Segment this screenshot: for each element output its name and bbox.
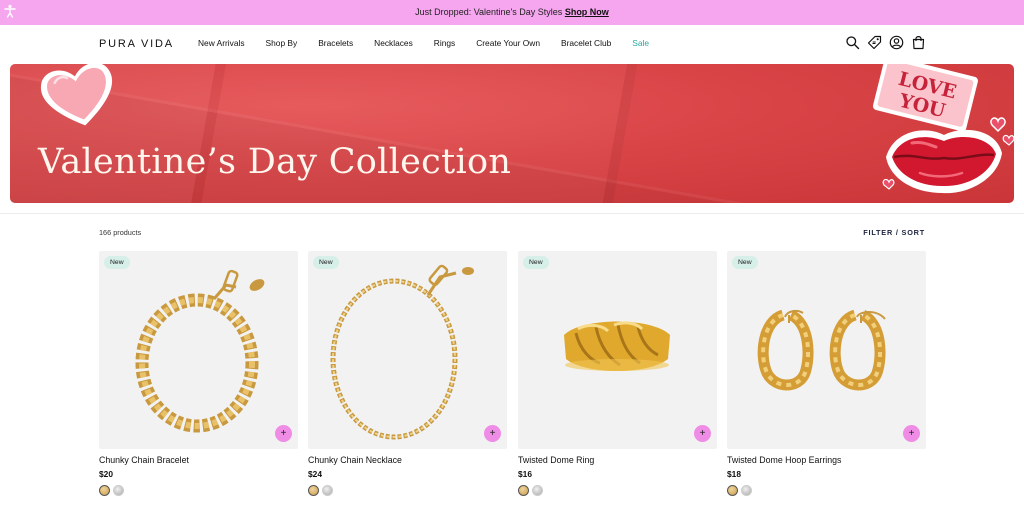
silver-swatch[interactable] bbox=[741, 485, 752, 496]
gold-swatch[interactable] bbox=[308, 485, 319, 496]
product-name[interactable]: Twisted Dome Hoop Earrings bbox=[727, 455, 926, 465]
announcement-bar: Just Dropped: Valentine's Day Styles Sho… bbox=[0, 0, 1024, 25]
chunky-chain-necklace-icon bbox=[330, 264, 474, 440]
color-swatches bbox=[308, 485, 507, 496]
site-header: PURA VIDA New Arrivals Shop By Bracelets… bbox=[0, 25, 1024, 63]
search-icon[interactable] bbox=[845, 35, 860, 50]
color-swatches bbox=[518, 485, 717, 496]
new-badge: New bbox=[313, 256, 339, 269]
twisted-dome-hoop-earrings-icon bbox=[757, 309, 886, 391]
announcement-text: Just Dropped: Valentine's Day Styles bbox=[415, 7, 563, 17]
quick-add-button[interactable]: + bbox=[275, 425, 292, 442]
accessibility-icon[interactable] bbox=[3, 4, 17, 18]
new-badge: New bbox=[732, 256, 758, 269]
product-grid: New + Chunky Chain Bracelet $20 New + Ch… bbox=[99, 251, 927, 505]
love-you-lips-sticker-icon: LOVE YOU bbox=[872, 64, 1014, 194]
product-card[interactable]: New + Twisted Dome Hoop Earrings $18 bbox=[727, 251, 926, 496]
twisted-dome-ring-icon bbox=[564, 321, 670, 371]
nav-rings[interactable]: Rings bbox=[434, 38, 455, 48]
product-card[interactable]: New + Twisted Dome Ring $16 bbox=[518, 251, 717, 496]
quick-add-button[interactable]: + bbox=[903, 425, 920, 442]
quick-add-button[interactable]: + bbox=[694, 425, 711, 442]
chunky-chain-bracelet-icon bbox=[135, 269, 265, 433]
heart-sticker-icon bbox=[41, 64, 113, 126]
rewards-tag-icon[interactable] bbox=[867, 35, 882, 50]
main-nav: New Arrivals Shop By Bracelets Necklaces… bbox=[198, 38, 670, 48]
product-card[interactable]: New + Chunky Chain Necklace $24 bbox=[308, 251, 507, 496]
product-image[interactable]: New + bbox=[99, 251, 298, 449]
nav-shop-by[interactable]: Shop By bbox=[266, 38, 298, 48]
nav-sale[interactable]: Sale bbox=[632, 38, 649, 48]
nav-necklaces[interactable]: Necklaces bbox=[374, 38, 413, 48]
color-swatches bbox=[727, 485, 926, 496]
product-price: $24 bbox=[308, 469, 322, 479]
hero-title: Valentine’s Day Collection bbox=[38, 142, 512, 182]
nav-bracelets[interactable]: Bracelets bbox=[318, 38, 353, 48]
gold-swatch[interactable] bbox=[518, 485, 529, 496]
product-price: $16 bbox=[518, 469, 532, 479]
gold-swatch[interactable] bbox=[99, 485, 110, 496]
product-price: $20 bbox=[99, 469, 113, 479]
logo[interactable]: PURA VIDA bbox=[99, 38, 174, 50]
quick-add-button[interactable]: + bbox=[484, 425, 501, 442]
product-name[interactable]: Chunky Chain Bracelet bbox=[99, 455, 298, 465]
new-badge: New bbox=[523, 256, 549, 269]
product-name[interactable]: Twisted Dome Ring bbox=[518, 455, 717, 465]
hero-banner[interactable]: Valentine’s Day Collection LOVE YOU bbox=[10, 64, 1014, 203]
new-badge: New bbox=[104, 256, 130, 269]
shop-now-link[interactable]: Shop Now bbox=[565, 7, 609, 17]
product-name[interactable]: Chunky Chain Necklace bbox=[308, 455, 507, 465]
cart-icon[interactable] bbox=[911, 35, 926, 50]
product-image[interactable]: New + bbox=[727, 251, 926, 449]
color-swatches bbox=[99, 485, 298, 496]
nav-new-arrivals[interactable]: New Arrivals bbox=[198, 38, 245, 48]
silver-swatch[interactable] bbox=[322, 485, 333, 496]
product-card[interactable]: New + Chunky Chain Bracelet $20 bbox=[99, 251, 298, 496]
divider bbox=[0, 213, 1024, 214]
product-image[interactable]: New + bbox=[308, 251, 507, 449]
product-count: 166 products bbox=[99, 228, 142, 237]
account-icon[interactable] bbox=[889, 35, 904, 50]
nav-bracelet-club[interactable]: Bracelet Club bbox=[561, 38, 611, 48]
filter-sort-button[interactable]: FILTER / SORT bbox=[863, 228, 925, 237]
gold-swatch[interactable] bbox=[727, 485, 738, 496]
product-price: $18 bbox=[727, 469, 741, 479]
nav-create-your-own[interactable]: Create Your Own bbox=[476, 38, 540, 48]
product-image[interactable]: New + bbox=[518, 251, 717, 449]
silver-swatch[interactable] bbox=[113, 485, 124, 496]
silver-swatch[interactable] bbox=[532, 485, 543, 496]
header-icons bbox=[845, 35, 926, 50]
